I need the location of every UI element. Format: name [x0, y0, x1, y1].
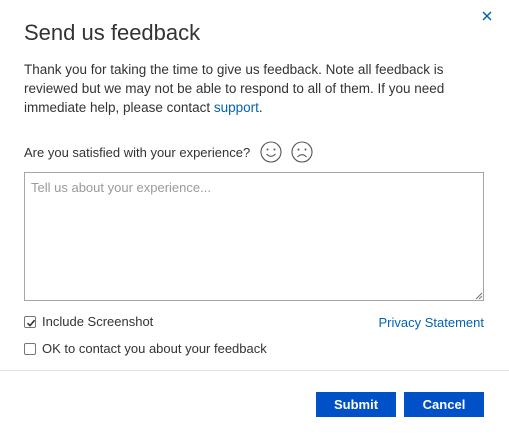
intro-paragraph: Thank you for taking the time to give us…	[24, 60, 490, 117]
include-screenshot-checkbox[interactable]	[24, 315, 36, 328]
support-link[interactable]: support	[214, 100, 259, 115]
submit-button[interactable]: Submit	[316, 392, 396, 417]
contact-label: OK to contact you about your feedback	[42, 341, 267, 356]
frown-face-icon[interactable]	[291, 141, 313, 163]
close-icon	[482, 11, 492, 21]
satisfaction-row: Are you satisfied with your experience?	[24, 140, 313, 164]
footer-divider	[0, 370, 509, 371]
include-screenshot-option[interactable]: Include Screenshot	[24, 314, 153, 329]
contact-checkbox[interactable]	[24, 342, 36, 355]
feedback-textarea[interactable]	[24, 172, 484, 301]
intro-end: .	[258, 100, 263, 115]
feedback-dialog: Send us feedback Thank you for taking th…	[0, 0, 509, 436]
satisfaction-question: Are you satisfied with your experience?	[24, 144, 251, 160]
privacy-statement-link[interactable]: Privacy Statement	[379, 315, 485, 330]
checkmark-icon	[26, 319, 36, 327]
include-screenshot-label: Include Screenshot	[42, 314, 154, 329]
contact-option[interactable]: OK to contact you about your feedback	[24, 341, 267, 356]
smile-face-icon[interactable]	[260, 141, 282, 163]
cancel-button[interactable]: Cancel	[404, 392, 484, 417]
close-button[interactable]	[478, 7, 496, 25]
dialog-title: Send us feedback	[24, 20, 201, 45]
